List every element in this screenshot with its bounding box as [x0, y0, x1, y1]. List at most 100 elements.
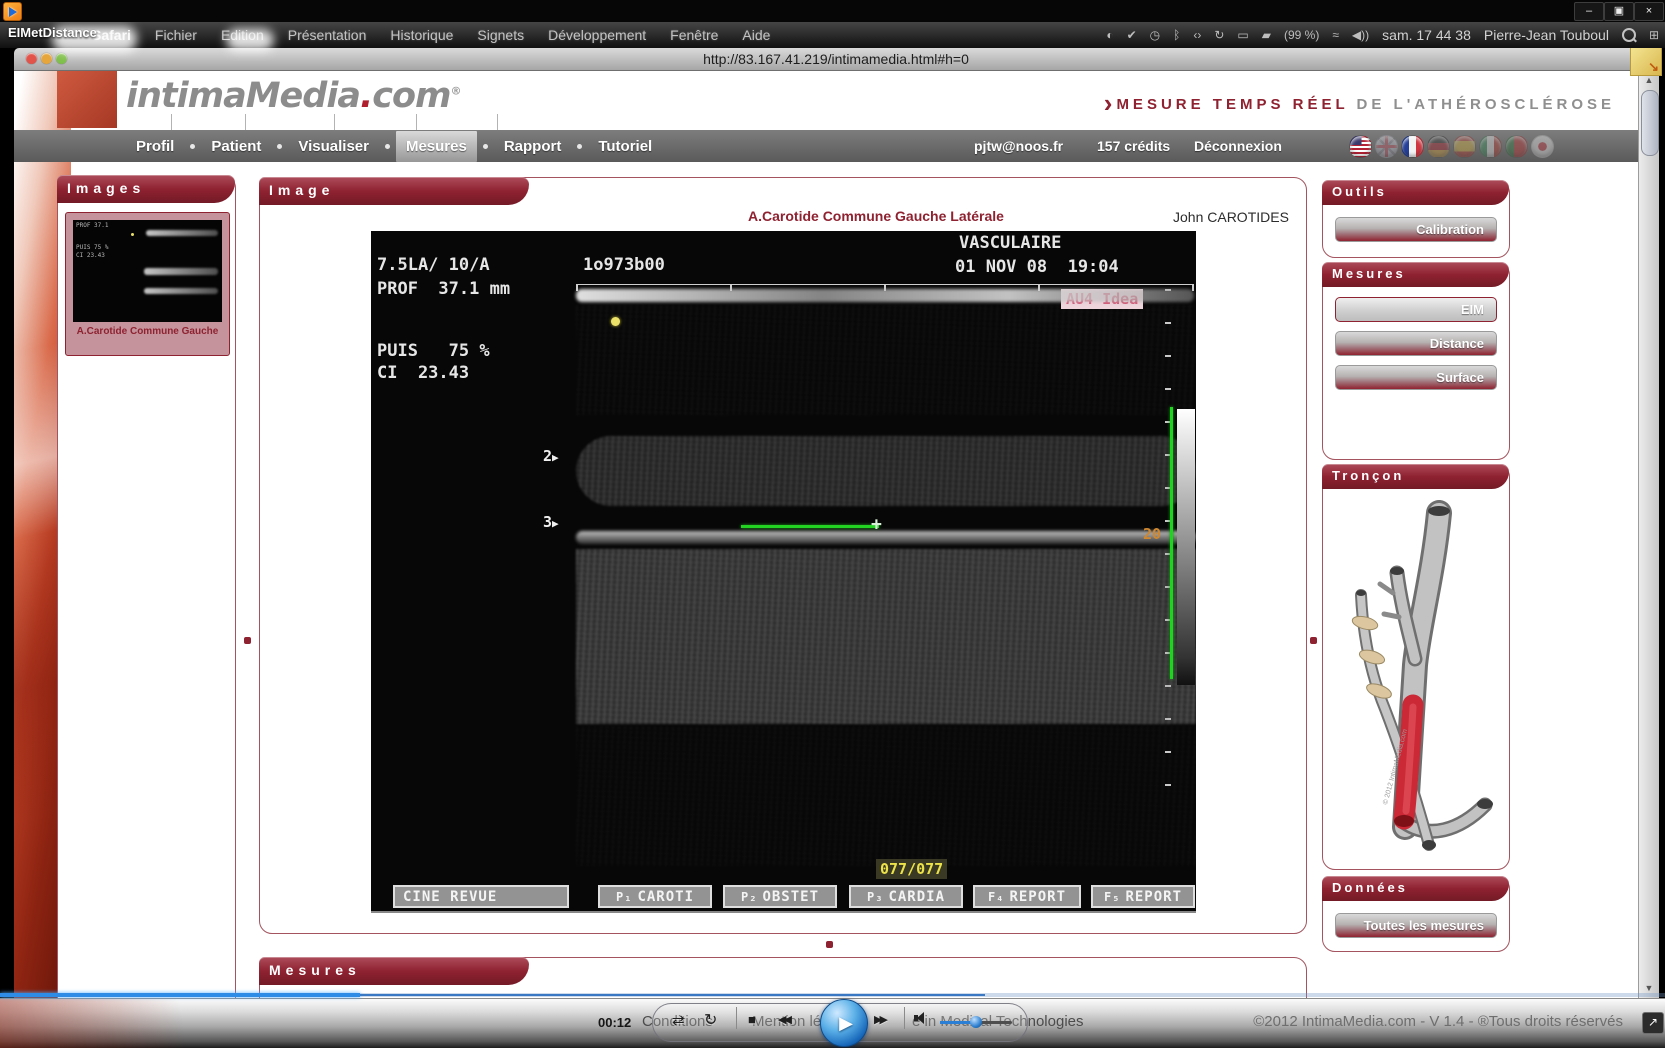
artery-diagram[interactable]: © 2012 IntimaMedia.com: [1327, 493, 1505, 865]
flag-pt-icon[interactable]: [1505, 135, 1528, 158]
panel-resize-handle[interactable]: [1310, 637, 1317, 644]
us-depth: PROF 37.1 mm: [377, 279, 510, 299]
url-bar[interactable]: http://83.167.41.219/intimamedia.html#h=…: [14, 51, 1658, 67]
minimize-button[interactable]: –: [1574, 2, 1604, 21]
nav-rapport[interactable]: Rapport: [494, 131, 572, 162]
flag-de-icon[interactable]: [1427, 135, 1450, 158]
menu-presentation[interactable]: Présentation: [288, 27, 367, 43]
fullscreen-button[interactable]: ↗: [1642, 1012, 1664, 1034]
nav-bullet: [277, 144, 282, 149]
us-far-wall: [576, 531, 1196, 544]
all-measures-button[interactable]: Toutes les mesures: [1335, 913, 1497, 938]
logo-dot: .: [360, 76, 372, 116]
script-icon[interactable]: ‹›: [1193, 28, 1201, 42]
thumb-streak: [144, 268, 218, 275]
battery-icon[interactable]: ▰: [1262, 28, 1271, 42]
volume-icon[interactable]: [914, 1011, 930, 1025]
eim-button[interactable]: EIM: [1335, 297, 1497, 322]
previous-icon[interactable]: ◀◀: [778, 1013, 789, 1026]
stop-icon[interactable]: ■: [748, 1012, 756, 1027]
play-button[interactable]: ▶: [820, 999, 868, 1047]
pill-divider: [736, 1007, 737, 1029]
browser-scrollbar[interactable]: ▲ ▼: [1638, 70, 1659, 998]
measurement-cursor[interactable]: +: [871, 514, 882, 535]
ultrasound-image[interactable]: VASCULAIRE 01 NOV 08 19:04 7.5LA/ 10/A 1…: [371, 231, 1196, 913]
thumb-streak: [144, 288, 218, 294]
close-button[interactable]: ×: [1634, 2, 1664, 21]
flag-us-icon[interactable]: [1349, 135, 1372, 158]
moon-icon[interactable]: ◐: [1106, 28, 1113, 42]
check-icon[interactable]: ✔: [1127, 28, 1137, 42]
us-grayscale-bar: [1177, 409, 1195, 685]
distance-button[interactable]: Distance: [1335, 331, 1497, 356]
time-machine-icon[interactable]: ◷: [1150, 28, 1160, 42]
image-panel: Image A.Carotide Commune Gauche Latérale…: [259, 177, 1307, 934]
player-app-icon: [3, 2, 22, 21]
flag-gb-icon[interactable]: [1375, 135, 1398, 158]
nav-divider-tick: [171, 114, 172, 130]
web-page: intimaMedia.com® ›MESURE TEMPS RÉEL DE L…: [14, 70, 1658, 998]
menu-signets[interactable]: Signets: [477, 27, 524, 43]
softkey-cardia[interactable]: P₃CARDIA: [849, 885, 963, 908]
calibration-button[interactable]: Calibration: [1335, 217, 1497, 242]
sync-icon[interactable]: ↻: [1214, 28, 1224, 42]
surface-button[interactable]: Surface: [1335, 365, 1497, 390]
spotlight-icon[interactable]: [1622, 28, 1636, 42]
softkey-obstet[interactable]: P₂OBSTET: [723, 885, 837, 908]
us-probe: 7.5LA/ 10/A: [377, 255, 490, 275]
nav-divider-tick: [416, 114, 417, 130]
pill-divider: [904, 1007, 905, 1029]
restore-button[interactable]: ▣: [1604, 2, 1634, 21]
image-thumbnail-card[interactable]: PROF 37.1 PUIS 75 % CI 23.43 A.Carotide …: [65, 212, 230, 356]
depth-scale-line: [1170, 407, 1173, 679]
play-icon: [9, 7, 17, 17]
bluetooth-icon[interactable]: ᛒ: [1173, 28, 1180, 42]
thumbnail-caption: A.Carotide Commune Gauche: [66, 326, 229, 337]
flag-es-icon[interactable]: [1453, 135, 1476, 158]
us-marker-3: 3▶: [543, 513, 559, 531]
measurement-line[interactable]: [741, 525, 879, 528]
panel-resize-handle[interactable]: [244, 637, 251, 644]
menu-fichier[interactable]: Fichier: [155, 27, 197, 43]
nav-mesures[interactable]: Mesures: [396, 131, 477, 162]
shuffle-icon[interactable]: ⇄: [672, 1011, 685, 1029]
next-icon[interactable]: ▶▶: [874, 1013, 885, 1026]
softkey-caroti[interactable]: P₁CAROTI: [598, 885, 712, 908]
menu-developpement[interactable]: Développement: [548, 27, 646, 43]
flag-it-icon[interactable]: [1479, 135, 1502, 158]
nav-bullet: [190, 144, 195, 149]
outils-header: Outils: [1322, 180, 1509, 205]
image-panel-header: Image: [259, 177, 529, 205]
flag-fr-icon[interactable]: [1401, 135, 1424, 158]
nav-patient[interactable]: Patient: [201, 131, 271, 162]
repeat-icon[interactable]: ↻: [704, 1010, 717, 1030]
donnees-panel: Données Toutes les mesures: [1322, 876, 1510, 952]
menubar-user[interactable]: Pierre-Jean Touboul: [1484, 27, 1609, 43]
menu-historique[interactable]: Historique: [390, 27, 453, 43]
softkey-cine-revue[interactable]: CINE REVUE: [393, 885, 569, 908]
softkey-report-2[interactable]: F₅REPORT: [1091, 885, 1195, 908]
thumb-streak: [146, 230, 218, 236]
softkey-report-1[interactable]: F₄REPORT: [973, 885, 1081, 908]
flag-jp-icon[interactable]: [1531, 135, 1554, 158]
nav-profil[interactable]: Profil: [126, 131, 184, 162]
menubar-clock[interactable]: sam. 17 44 38: [1382, 27, 1471, 43]
panel-resize-handle[interactable]: [826, 941, 833, 948]
grid-icon[interactable]: ⊞: [1649, 28, 1659, 42]
wifi-icon[interactable]: ≈: [1332, 28, 1339, 42]
nav-tutoriel[interactable]: Tutoriel: [588, 131, 662, 162]
site-logo[interactable]: intimaMedia.com®: [126, 76, 461, 116]
menu-fenetre[interactable]: Fenêtre: [670, 27, 718, 43]
volume-knob[interactable]: [970, 1016, 982, 1028]
image-thumbnail[interactable]: PROF 37.1 PUIS 75 % CI 23.43: [73, 220, 222, 322]
display-icon[interactable]: ▭: [1237, 28, 1248, 42]
scrollbar-thumb[interactable]: [1641, 90, 1659, 156]
volume-slider[interactable]: [940, 1021, 1012, 1024]
logout-link[interactable]: Déconnexion: [1194, 130, 1282, 162]
seek-bar[interactable]: [0, 993, 1665, 997]
header-red-block: [57, 70, 117, 128]
nav-visualiser[interactable]: Visualiser: [288, 131, 379, 162]
menu-aide[interactable]: Aide: [742, 27, 770, 43]
mesures-panel: Mesures EIM Distance Surface: [1322, 262, 1510, 460]
volume-menu-icon[interactable]: ◀)): [1352, 28, 1369, 42]
